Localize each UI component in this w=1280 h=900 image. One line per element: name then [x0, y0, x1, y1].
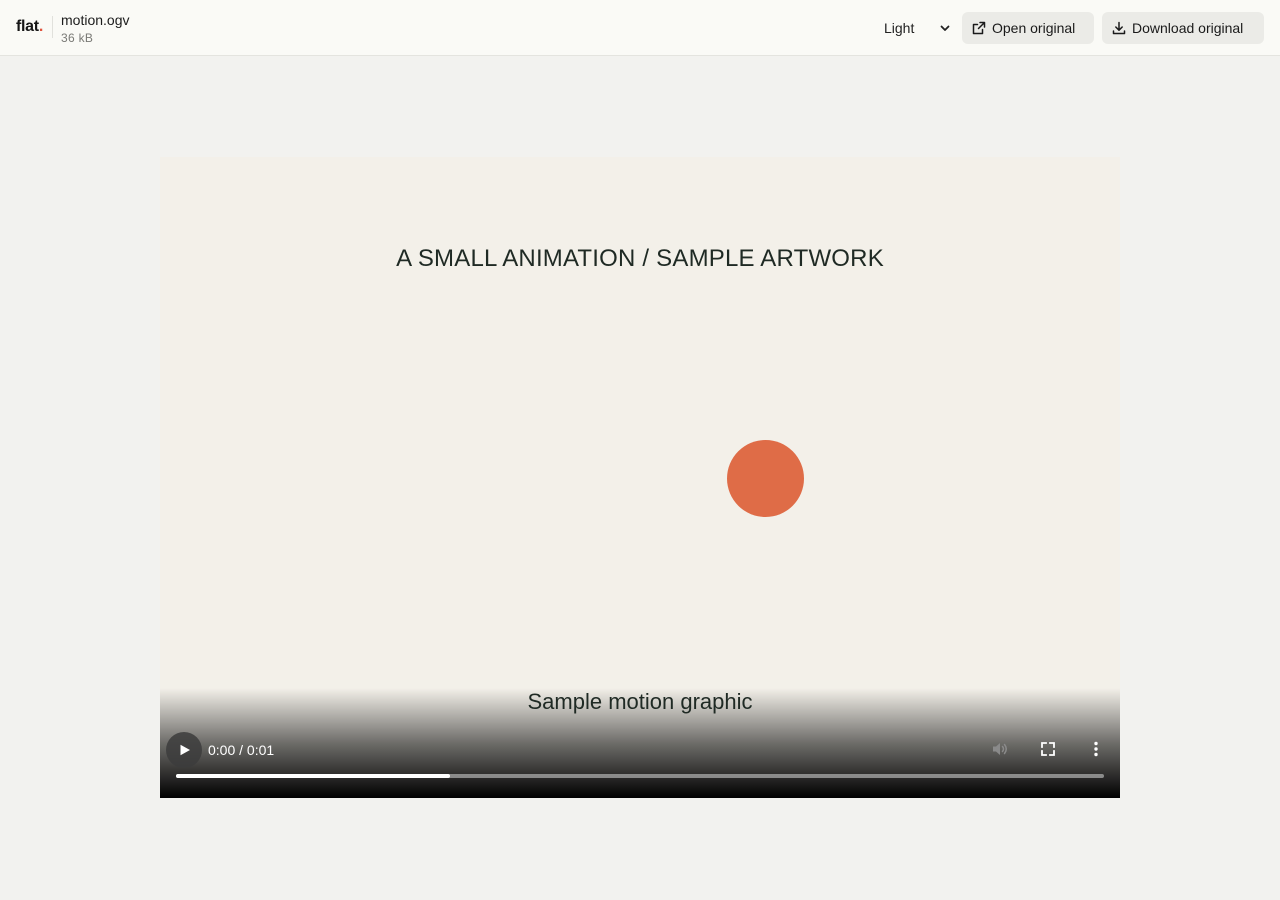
volume-icon [993, 743, 1007, 755]
animated-circle [727, 440, 804, 517]
fullscreen-icon [1041, 742, 1055, 756]
download-icon [1112, 21, 1126, 35]
progress-bar[interactable] [176, 774, 1104, 778]
more-vertical-icon [1094, 741, 1098, 757]
download-original-label: Download original [1132, 20, 1244, 36]
file-name: motion.ogv [61, 12, 130, 28]
video-frame-title: A SMALL ANIMATION / SAMPLE ARTWORK [396, 245, 884, 272]
play-icon [180, 744, 190, 756]
open-original-label: Open original [992, 20, 1076, 36]
progress-fill [176, 774, 450, 778]
file-size: 36 kB [61, 31, 94, 45]
more-options-button[interactable] [1086, 739, 1106, 759]
video-caption: Sample motion graphic [527, 689, 753, 714]
download-original-button[interactable]: Download original [1102, 12, 1264, 44]
volume-button[interactable] [990, 739, 1010, 759]
theme-select-value: Light [884, 20, 915, 36]
play-button[interactable] [166, 732, 202, 768]
logo-text: flat [16, 18, 39, 35]
external-link-icon [972, 21, 986, 35]
divider [52, 16, 53, 38]
theme-select[interactable]: Light [870, 12, 956, 44]
fullscreen-button[interactable] [1038, 739, 1058, 759]
video-player[interactable]: A SMALL ANIMATION / SAMPLE ARTWORK Sampl… [160, 157, 1120, 798]
logo[interactable]: flat. [16, 18, 43, 36]
file-info: motion.ogv 36 kB [61, 11, 129, 46]
top-bar: flat. motion.ogv 36 kB Light Open origin… [0, 0, 1280, 56]
open-original-button[interactable]: Open original [962, 12, 1094, 44]
chevron-down-icon [938, 21, 952, 35]
logo-dot: . [38, 18, 43, 35]
time-display: 0:00 / 0:01 [208, 742, 275, 758]
